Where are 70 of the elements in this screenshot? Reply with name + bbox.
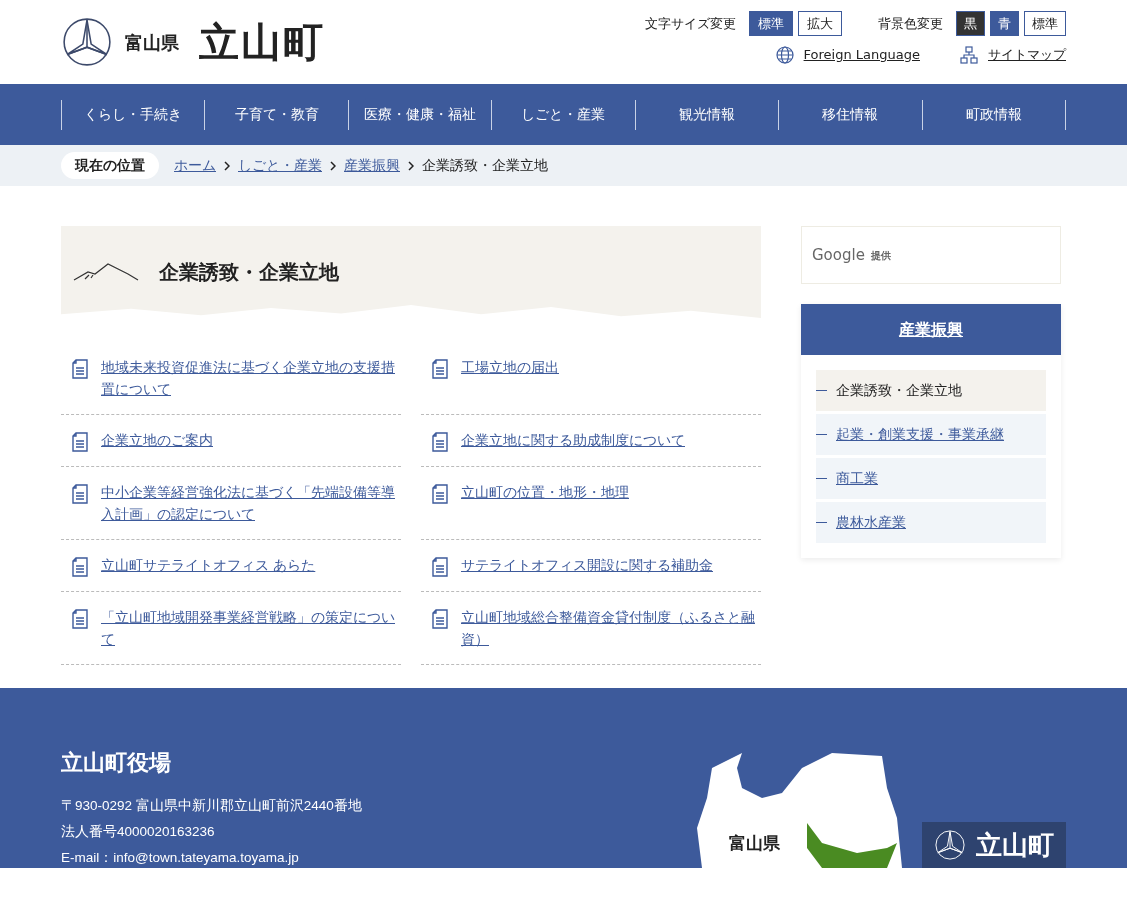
background-color-button[interactable]: 標準 — [1024, 11, 1066, 36]
badge-text: 立山町 — [976, 828, 1054, 862]
document-icon — [71, 609, 89, 629]
page-title: 企業誘致・企業立地 — [159, 259, 339, 286]
sidebar-item[interactable]: 商工業 — [816, 458, 1046, 499]
page-link[interactable]: 立山町の位置・地形・地理 — [461, 481, 629, 525]
dash-icon — [816, 522, 827, 523]
office-info: E-mail：info@town.tateyama.toyama.jp — [61, 849, 300, 867]
chevron-icon — [408, 160, 414, 171]
sidebar-title[interactable]: 産業振興 — [899, 317, 963, 342]
nav-item[interactable]: しごと・産業 — [491, 99, 635, 130]
sidebar-item[interactable]: 起業・創業支援・事業承継 — [816, 414, 1046, 455]
prefecture-name: 富山県 — [125, 30, 179, 55]
breadcrumb-link[interactable]: ホーム — [174, 155, 216, 176]
font-size-label: 文字サイズ変更 — [645, 14, 736, 33]
page-link[interactable]: 立山町サテライトオフィス あらた — [101, 554, 316, 577]
header-link[interactable]: Foreign Language — [803, 45, 920, 65]
breadcrumb-current: 企業誘致・企業立地 — [422, 156, 548, 176]
document-icon — [71, 432, 89, 452]
document-icon — [71, 359, 89, 379]
sidebar-item[interactable]: 農林水産業 — [816, 502, 1046, 543]
chevron-icon — [330, 160, 336, 171]
font-size-button[interactable]: 標準 — [749, 11, 793, 36]
breadcrumb-link[interactable]: 産業振興 — [344, 155, 400, 176]
dash-icon — [816, 478, 827, 479]
map-label: 富山県 — [729, 832, 780, 855]
breadcrumb-link[interactable]: しごと・産業 — [238, 155, 322, 176]
page-link[interactable]: 立山町地域総合整備資金貸付制度（ふるさと融資） — [461, 606, 761, 650]
office-info: 法人番号4000020163236 — [61, 823, 216, 841]
chevron-icon — [224, 160, 230, 171]
mountain-icon — [73, 262, 139, 282]
office-info: 〒930-0292 富山県中新川郡立山町前沢2440番地 — [61, 797, 362, 815]
document-icon — [71, 484, 89, 504]
page-link[interactable]: 地域未来投資促進法に基づく企業立地の支援措置について — [101, 356, 401, 400]
sidebar-item[interactable]: 企業誘致・企業立地 — [816, 370, 1046, 411]
page-link[interactable]: 企業立地のご案内 — [101, 429, 213, 452]
dash-icon — [816, 434, 827, 435]
breadcrumb-label: 現在の位置 — [61, 152, 159, 179]
document-icon — [431, 609, 449, 629]
page-link[interactable]: 工場立地の届出 — [461, 356, 559, 400]
nav-item[interactable]: 移住情報 — [778, 99, 922, 130]
page-link[interactable]: サテライトオフィス開設に関する補助金 — [461, 554, 713, 577]
page-link[interactable]: 中小企業等経営強化法に基づく「先端設備等導入計画」の認定について — [101, 481, 401, 525]
emblem-icon — [934, 829, 966, 861]
document-icon — [431, 432, 449, 452]
dash-icon — [816, 390, 827, 391]
sitemap-icon — [960, 45, 978, 64]
provided-by-label: 提供 — [870, 248, 891, 263]
town-logo: 立山町 — [199, 18, 325, 67]
background-color-button[interactable]: 青 — [990, 11, 1019, 36]
nav-item[interactable]: 子育て・教育 — [204, 99, 348, 130]
globe-icon — [775, 45, 794, 64]
search-box[interactable]: Google 提供 — [801, 226, 1061, 284]
document-icon — [431, 484, 449, 504]
nav-item[interactable]: 医療・健康・福祉 — [347, 99, 492, 130]
header-link[interactable]: サイトマップ — [988, 45, 1066, 65]
page-link[interactable]: 「立山町地域開発事業経営戦略」の策定について — [101, 606, 401, 650]
document-icon — [431, 359, 449, 379]
font-size-button[interactable]: 拡大 — [798, 11, 842, 36]
document-icon — [431, 557, 449, 577]
nav-item[interactable]: くらし・手続き — [61, 99, 205, 130]
background-color-button[interactable]: 黒 — [956, 11, 985, 36]
google-logo: Google — [812, 244, 865, 266]
emblem-icon — [61, 16, 113, 68]
office-name: 立山町役場 — [61, 749, 172, 777]
page-link[interactable]: 企業立地に関する助成制度について — [461, 429, 685, 452]
background-color-label: 背景色変更 — [878, 14, 943, 33]
document-icon — [71, 557, 89, 577]
nav-item[interactable]: 町政情報 — [921, 99, 1066, 130]
nav-item[interactable]: 観光情報 — [634, 99, 779, 130]
